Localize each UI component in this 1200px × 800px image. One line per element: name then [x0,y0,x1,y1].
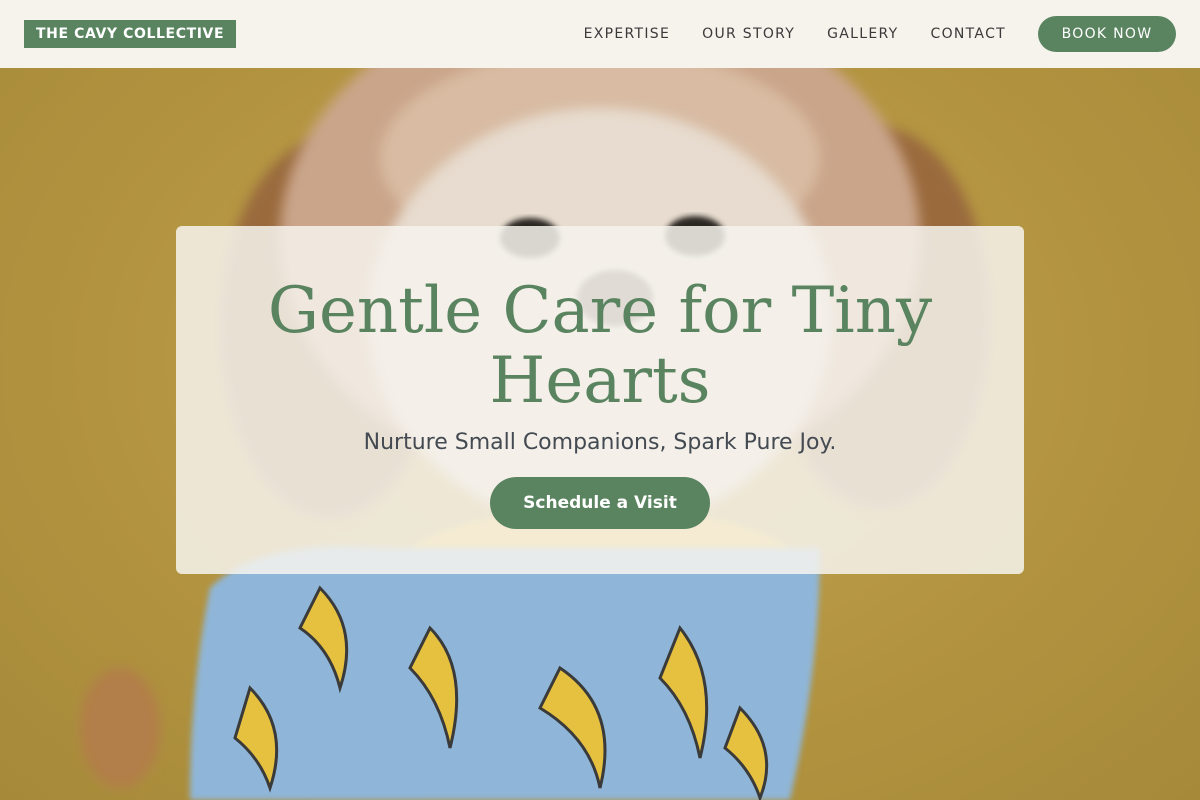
nav-link-gallery[interactable]: GALLERY [827,26,898,42]
main-nav: EXPERTISE OUR STORY GALLERY CONTACT BOOK… [584,16,1176,52]
hero-subheadline: Nurture Small Companions, Spark Pure Joy… [363,430,837,455]
site-header: THE CAVY COLLECTIVE EXPERTISE OUR STORY … [0,0,1200,68]
hero-headline: Gentle Care for Tiny Hearts [267,274,933,418]
nav-link-our-story[interactable]: OUR STORY [702,26,795,42]
brand-logo[interactable]: THE CAVY COLLECTIVE [24,20,237,48]
nav-link-contact[interactable]: CONTACT [931,26,1007,42]
nav-link-expertise[interactable]: EXPERTISE [584,26,671,42]
hero-card: Gentle Care for Tiny Hearts Nurture Smal… [176,226,1024,574]
hero-section: Gentle Care for Tiny Hearts Nurture Smal… [0,68,1200,800]
book-now-button[interactable]: BOOK NOW [1038,16,1176,52]
schedule-visit-button[interactable]: Schedule a Visit [490,477,710,529]
